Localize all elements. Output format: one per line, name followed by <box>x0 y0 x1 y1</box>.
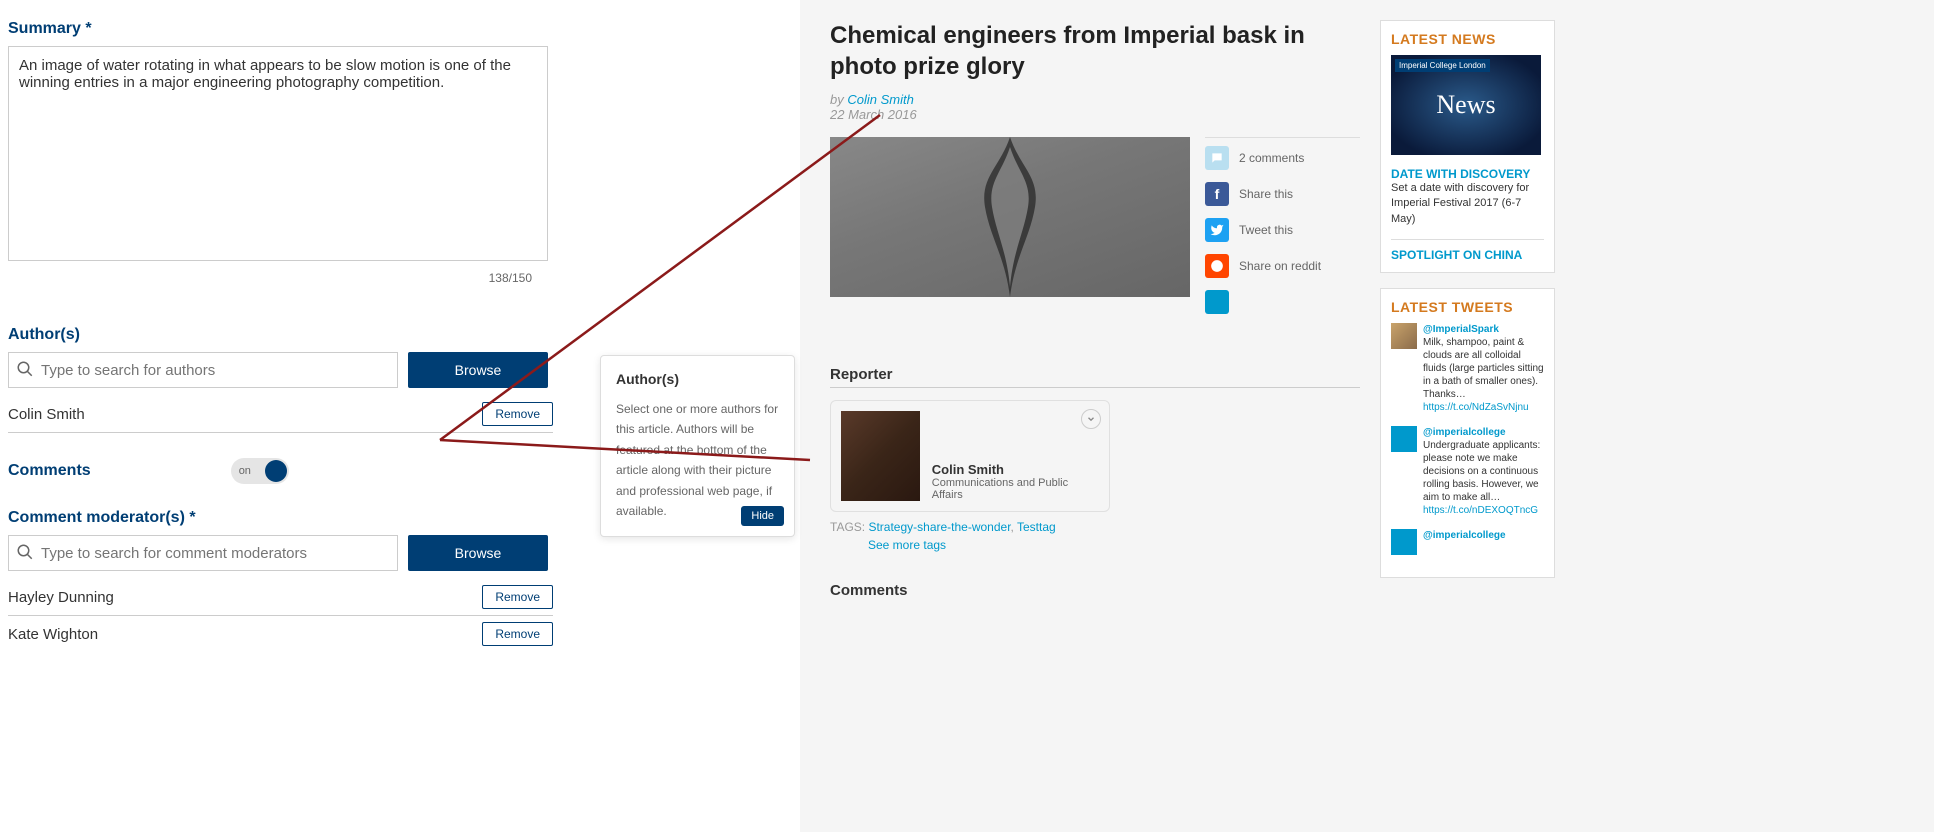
hero-image <box>830 137 1190 297</box>
author-name: Colin Smith <box>8 406 85 423</box>
tweet-avatar <box>1391 323 1417 349</box>
tweet-link[interactable]: https://t.co/NdZaSvNjnu <box>1423 402 1529 413</box>
tags-line: TAGS: Strategy-share-the-wonder, Testtag <box>830 520 1360 534</box>
moderators-browse-button[interactable]: Browse <box>408 535 548 571</box>
tag-link[interactable]: Strategy-share-the-wonder <box>868 520 1010 534</box>
tweet-handle[interactable]: @ImperialSpark <box>1423 323 1544 336</box>
help-hide-button[interactable]: Hide <box>741 506 784 526</box>
authors-browse-button[interactable]: Browse <box>408 352 548 388</box>
moderator-remove-button[interactable]: Remove <box>482 585 553 609</box>
tweet-handle[interactable]: @imperialcollege <box>1423 529 1544 542</box>
moderator-row: Hayley Dunning Remove <box>8 579 553 616</box>
share-twitter[interactable]: Tweet this <box>1205 218 1360 242</box>
tweet-text: Undergraduate applicants: please note we… <box>1423 440 1540 503</box>
moderator-name: Kate Wighton <box>8 626 98 643</box>
sidebar-widgets: LATEST NEWS Imperial College London News… <box>1380 20 1555 832</box>
news-thumbnail[interactable]: Imperial College London News <box>1391 55 1541 155</box>
tweet-avatar <box>1391 426 1417 452</box>
latest-news-title: LATEST NEWS <box>1391 31 1544 47</box>
byline: by Colin Smith <box>830 92 1360 107</box>
reporter-name: Colin Smith <box>932 462 1099 477</box>
sidebar-link-discovery[interactable]: DATE WITH DISCOVERY <box>1391 167 1544 181</box>
share-facebook[interactable]: f Share this <box>1205 182 1360 206</box>
search-icon <box>16 360 34 378</box>
article-preview-panel: Chemical engineers from Imperial bask in… <box>800 0 1934 832</box>
authors-search-input[interactable] <box>8 352 398 388</box>
latest-tweets-widget: LATEST TWEETS @ImperialSpark Milk, shamp… <box>1380 288 1555 578</box>
share-tw-label: Tweet this <box>1239 223 1293 237</box>
latest-news-widget: LATEST NEWS Imperial College London News… <box>1380 20 1555 273</box>
reporter-dept: Communications and Public Affairs <box>932 477 1099 501</box>
reporter-heading: Reporter <box>830 366 1360 388</box>
twitter-icon <box>1205 218 1229 242</box>
see-more-tags-link[interactable]: See more tags <box>868 538 1360 552</box>
sidebar-link-text: Set a date with discovery for Imperial F… <box>1391 181 1544 227</box>
reporter-photo <box>841 411 920 501</box>
tweet-link[interactable]: https://t.co/nDEXOQTncG <box>1423 505 1538 516</box>
by-prefix: by <box>830 92 847 107</box>
summary-textarea[interactable]: An image of water rotating in what appea… <box>8 46 548 261</box>
tweet-item: @imperialcollege <box>1391 529 1544 555</box>
comments-toggle[interactable]: on <box>231 458 289 484</box>
comment-icon <box>1205 146 1229 170</box>
byline-author-link[interactable]: Colin Smith <box>847 92 913 107</box>
news-thumb-label: News <box>1436 90 1495 120</box>
comments-count-label: 2 comments <box>1239 151 1304 165</box>
help-body: Select one or more authors for this arti… <box>616 399 779 521</box>
moderators-search-input[interactable] <box>8 535 398 571</box>
comments-count[interactable]: 2 comments <box>1205 146 1360 170</box>
tweet-item: @ImperialSpark Milk, shampoo, paint & cl… <box>1391 323 1544 414</box>
tags-label: TAGS: <box>830 520 865 534</box>
tweet-handle[interactable]: @imperialcollege <box>1423 426 1544 439</box>
facebook-icon: f <box>1205 182 1229 206</box>
help-title: Author(s) <box>616 371 779 387</box>
publish-date: 22 March 2016 <box>830 107 1360 122</box>
comments-section-heading: Comments <box>830 582 1360 599</box>
author-remove-button[interactable]: Remove <box>482 402 553 426</box>
author-row: Colin Smith Remove <box>8 396 553 433</box>
sidebar-link-china[interactable]: SPOTLIGHT ON CHINA <box>1391 239 1544 262</box>
water-shape-icon <box>960 137 1060 297</box>
toggle-state-label: on <box>231 465 251 477</box>
moderator-row: Kate Wighton Remove <box>8 616 553 652</box>
share-reddit[interactable]: Share on reddit <box>1205 254 1360 278</box>
moderator-remove-button[interactable]: Remove <box>482 622 553 646</box>
comments-label: Comments <box>8 462 91 480</box>
more-share-icon <box>1205 290 1229 314</box>
search-icon <box>16 543 34 561</box>
chevron-down-icon <box>1086 414 1096 424</box>
news-badge: Imperial College London <box>1395 59 1490 72</box>
tweet-avatar <box>1391 529 1417 555</box>
char-count: 138/150 <box>489 271 532 285</box>
tweet-item: @imperialcollege Undergraduate applicant… <box>1391 426 1544 517</box>
article-title: Chemical engineers from Imperial bask in… <box>830 20 1360 82</box>
reddit-icon <box>1205 254 1229 278</box>
tweet-text: Milk, shampoo, paint & clouds are all co… <box>1423 337 1544 400</box>
reporter-card: Colin Smith Communications and Public Af… <box>830 400 1110 512</box>
toggle-knob <box>265 460 287 482</box>
cms-form-panel: Summary An image of water rotating in wh… <box>0 0 800 832</box>
share-more[interactable] <box>1205 290 1360 314</box>
authors-help-popup: Author(s) Select one or more authors for… <box>600 355 795 537</box>
summary-label: Summary <box>8 20 792 38</box>
share-column: 2 comments f Share this Tweet this <box>1205 137 1360 326</box>
tag-link[interactable]: Testtag <box>1017 520 1056 534</box>
authors-label: Author(s) <box>8 326 792 344</box>
moderator-name: Hayley Dunning <box>8 589 114 606</box>
share-fb-label: Share this <box>1239 187 1293 201</box>
latest-tweets-title: LATEST TWEETS <box>1391 299 1544 315</box>
share-reddit-label: Share on reddit <box>1239 259 1321 273</box>
